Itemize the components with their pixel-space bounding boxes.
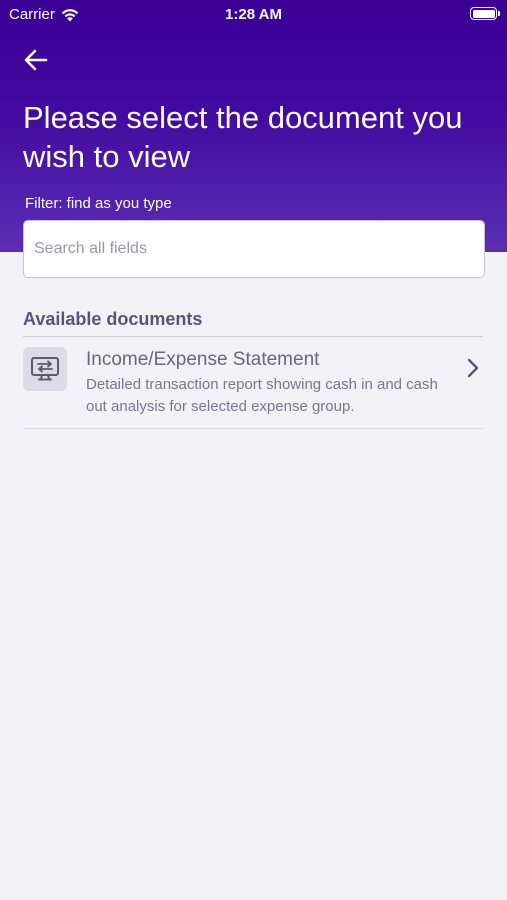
battery-icon: [470, 7, 500, 20]
search-input[interactable]: [23, 220, 485, 278]
document-icon-container: [23, 347, 67, 391]
document-title: Income/Expense Statement: [86, 349, 320, 370]
filter-label: Filter: find as you type: [25, 195, 172, 212]
list-item-income-expense-statement[interactable]: Income/Expense Statement Detailed transa…: [23, 337, 483, 429]
page-title: Please select the document you wish to v…: [23, 100, 463, 174]
status-time: 1:28 AM: [225, 6, 282, 23]
back-arrow-icon: [24, 49, 48, 71]
back-button[interactable]: [22, 46, 50, 74]
status-bar: Carrier 1:28 AM: [0, 0, 507, 30]
chevron-right-icon: [465, 357, 481, 379]
section-title: Available documents: [23, 309, 203, 329]
transfer-monitor-icon: [31, 357, 59, 381]
document-description: Detailed transaction report showing cash…: [86, 376, 438, 415]
